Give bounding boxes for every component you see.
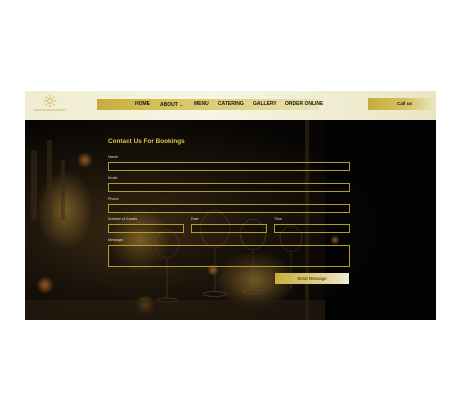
main-nav: HOME ABOUT ⌄ MENU CATERING GALLERY ORDER … <box>97 99 323 110</box>
nav-order-online[interactable]: ORDER ONLINE <box>285 99 323 110</box>
guests-field[interactable] <box>108 224 184 233</box>
form-title: Contact Us For Bookings <box>108 138 185 145</box>
time-label: Time <box>274 217 282 221</box>
date-label: Date <box>191 217 199 221</box>
nav-about-label: ABOUT <box>160 102 178 108</box>
guests-label: Number of Guests <box>108 217 138 221</box>
chevron-down-icon: ⌄ <box>179 102 184 107</box>
send-message-button[interactable]: Send Message <box>275 273 349 284</box>
phone-label: Phone: <box>108 197 120 201</box>
sun-logo-icon <box>43 94 57 108</box>
message-label: Message: <box>108 238 124 242</box>
message-field[interactable] <box>108 245 350 267</box>
nav-menu[interactable]: MENU <box>194 99 209 110</box>
website-frame: SAHANA RESTAURANT HOME ABOUT ⌄ MENU CATER… <box>25 91 436 320</box>
wine-glasses-background-image <box>25 120 436 320</box>
logo-text: SAHANA RESTAURANT <box>33 109 67 112</box>
call-us-button[interactable]: Call us <box>368 98 436 110</box>
name-label: Name: <box>108 155 119 159</box>
hero-background <box>25 120 436 320</box>
email-label: Email: <box>108 176 118 180</box>
name-field[interactable] <box>108 162 350 171</box>
date-field[interactable] <box>191 224 267 233</box>
logo[interactable]: SAHANA RESTAURANT <box>34 94 66 117</box>
site-header: SAHANA RESTAURANT HOME ABOUT ⌄ MENU CATER… <box>25 91 436 120</box>
nav-home[interactable]: HOME <box>135 99 150 110</box>
nav-gallery[interactable]: GALLERY <box>253 99 277 110</box>
nav-about[interactable]: ABOUT ⌄ <box>160 99 183 110</box>
time-field[interactable] <box>274 224 350 233</box>
phone-field[interactable] <box>108 204 350 213</box>
email-field[interactable] <box>108 183 350 192</box>
nav-catering[interactable]: CATERING <box>218 99 244 110</box>
